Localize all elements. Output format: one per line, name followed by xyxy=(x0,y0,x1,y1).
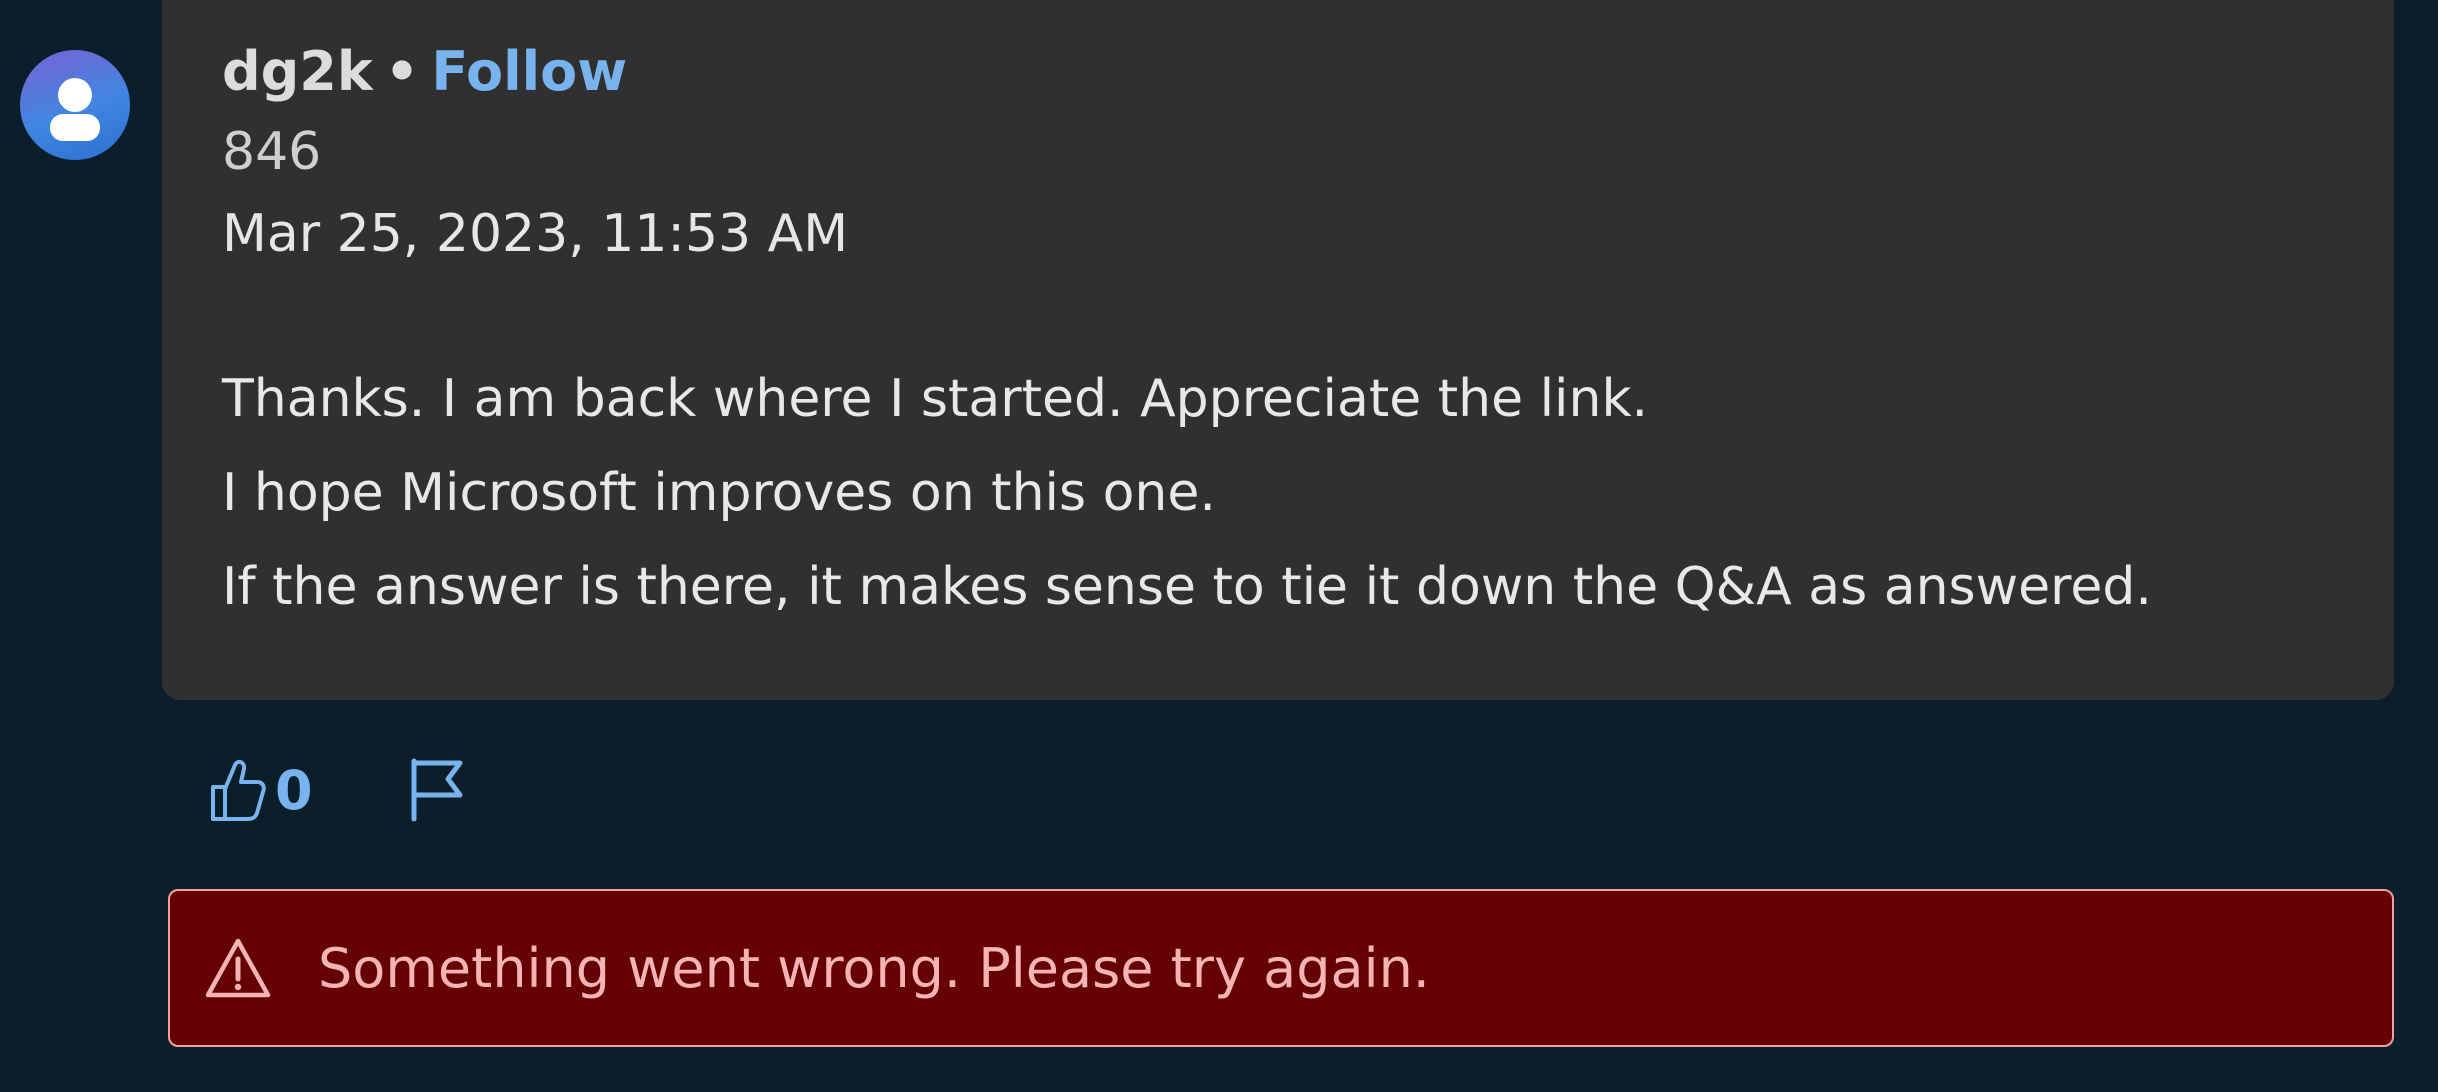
reputation-score: 846 xyxy=(222,122,322,182)
comment-line: I hope Microsoft improves on this one. xyxy=(222,463,1216,523)
comment-thread: dg2k • Follow 846 Mar 25, 2023, 11:53 AM T… xyxy=(0,0,2438,1092)
warning-icon xyxy=(204,937,272,999)
person-icon xyxy=(50,78,100,141)
separator-dot: • xyxy=(384,40,420,103)
comment-timestamp: Mar 25, 2023, 11:53 AM xyxy=(222,204,849,264)
like-count: 0 xyxy=(275,758,313,822)
comment-card: dg2k • Follow 846 Mar 25, 2023, 11:53 AM T… xyxy=(162,0,2394,700)
flag-button[interactable] xyxy=(408,757,466,823)
comment-line: If the answer is there, it makes sense t… xyxy=(222,557,2152,617)
comment-actions: 0 xyxy=(205,750,466,830)
author-name[interactable]: dg2k xyxy=(222,40,373,103)
error-banner: Something went wrong. Please try again. xyxy=(168,889,2394,1047)
follow-link[interactable]: Follow xyxy=(431,40,627,103)
avatar[interactable] xyxy=(20,50,130,160)
comment-body: Thanks. I am back where I started. Appre… xyxy=(222,352,2342,634)
comment-line: Thanks. I am back where I started. Appre… xyxy=(222,369,1649,429)
flag-icon xyxy=(411,758,463,822)
like-button[interactable]: 0 xyxy=(205,755,313,825)
author-line: dg2k • Follow xyxy=(222,40,627,104)
error-message: Something went wrong. Please try again. xyxy=(318,936,1430,1000)
thumbs-up-icon xyxy=(211,759,266,821)
